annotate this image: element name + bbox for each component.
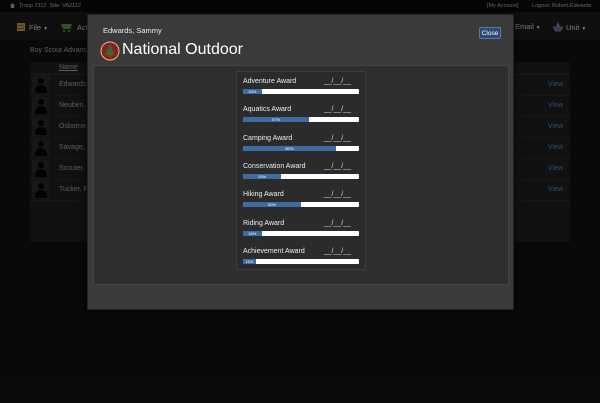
progress-label: 50% (267, 202, 276, 208)
national-outdoor-badge-icon (100, 41, 120, 61)
award-name: Conservation Award (243, 162, 306, 170)
award-progress-bar: 33% (243, 173, 359, 179)
modal-title: National Outdoor (122, 41, 243, 58)
progress-label: 16% (248, 89, 257, 94)
award-item: Conservation Award __/__/__ 33% (243, 163, 359, 187)
award-item: Hiking Award __/__/__ 50% (243, 191, 359, 215)
award-progress-bar: 16% (243, 230, 359, 236)
award-name: Aquatics Award (243, 106, 292, 114)
progress-label: 11% (245, 258, 254, 264)
close-button[interactable]: Close (479, 27, 501, 39)
award-modal: Edwards, Sammy Close National Outdoor Ad… (87, 14, 514, 310)
progress-label: 57% (272, 117, 281, 123)
award-date: __/__/__ (323, 162, 351, 170)
award-item: Adventure Award __/__/__ 16% (243, 78, 359, 102)
award-list: Adventure Award __/__/__ 16% Aquatics Award… (236, 71, 366, 270)
award-progress-bar: 57% (243, 117, 359, 123)
scout-name-heading: Edwards, Sammy (103, 26, 162, 35)
award-name: Riding Award (243, 219, 285, 227)
award-item: Riding Award __/__/__ 16% (243, 220, 359, 244)
award-date: __/__/__ (323, 78, 351, 85)
award-progress-bar: 80% (243, 145, 359, 151)
progress-label: 33% (258, 173, 267, 179)
modal-body: Adventure Award __/__/__ 16% Aquatics Award… (93, 65, 509, 285)
award-item: Achievement Award __/__/__ 11% (243, 248, 359, 272)
award-name: Hiking Award (243, 191, 284, 199)
award-progress-bar: 50% (243, 202, 359, 208)
award-item: Aquatics Award __/__/__ 57% (243, 106, 359, 130)
award-name: Achievement Award (243, 247, 305, 255)
award-progress-bar: 11% (243, 258, 359, 264)
award-date: __/__/__ (323, 247, 351, 255)
award-date: __/__/__ (323, 106, 351, 114)
award-item: Camping Award __/__/__ 80% (243, 135, 359, 159)
award-name: Adventure Award (243, 78, 297, 85)
progress-label: 80% (285, 145, 294, 151)
award-progress-bar: 16% (243, 89, 359, 94)
award-date: __/__/__ (323, 219, 351, 227)
award-date: __/__/__ (323, 134, 351, 142)
award-name: Camping Award (243, 134, 293, 142)
award-date: __/__/__ (323, 191, 351, 199)
progress-label: 16% (248, 230, 257, 236)
